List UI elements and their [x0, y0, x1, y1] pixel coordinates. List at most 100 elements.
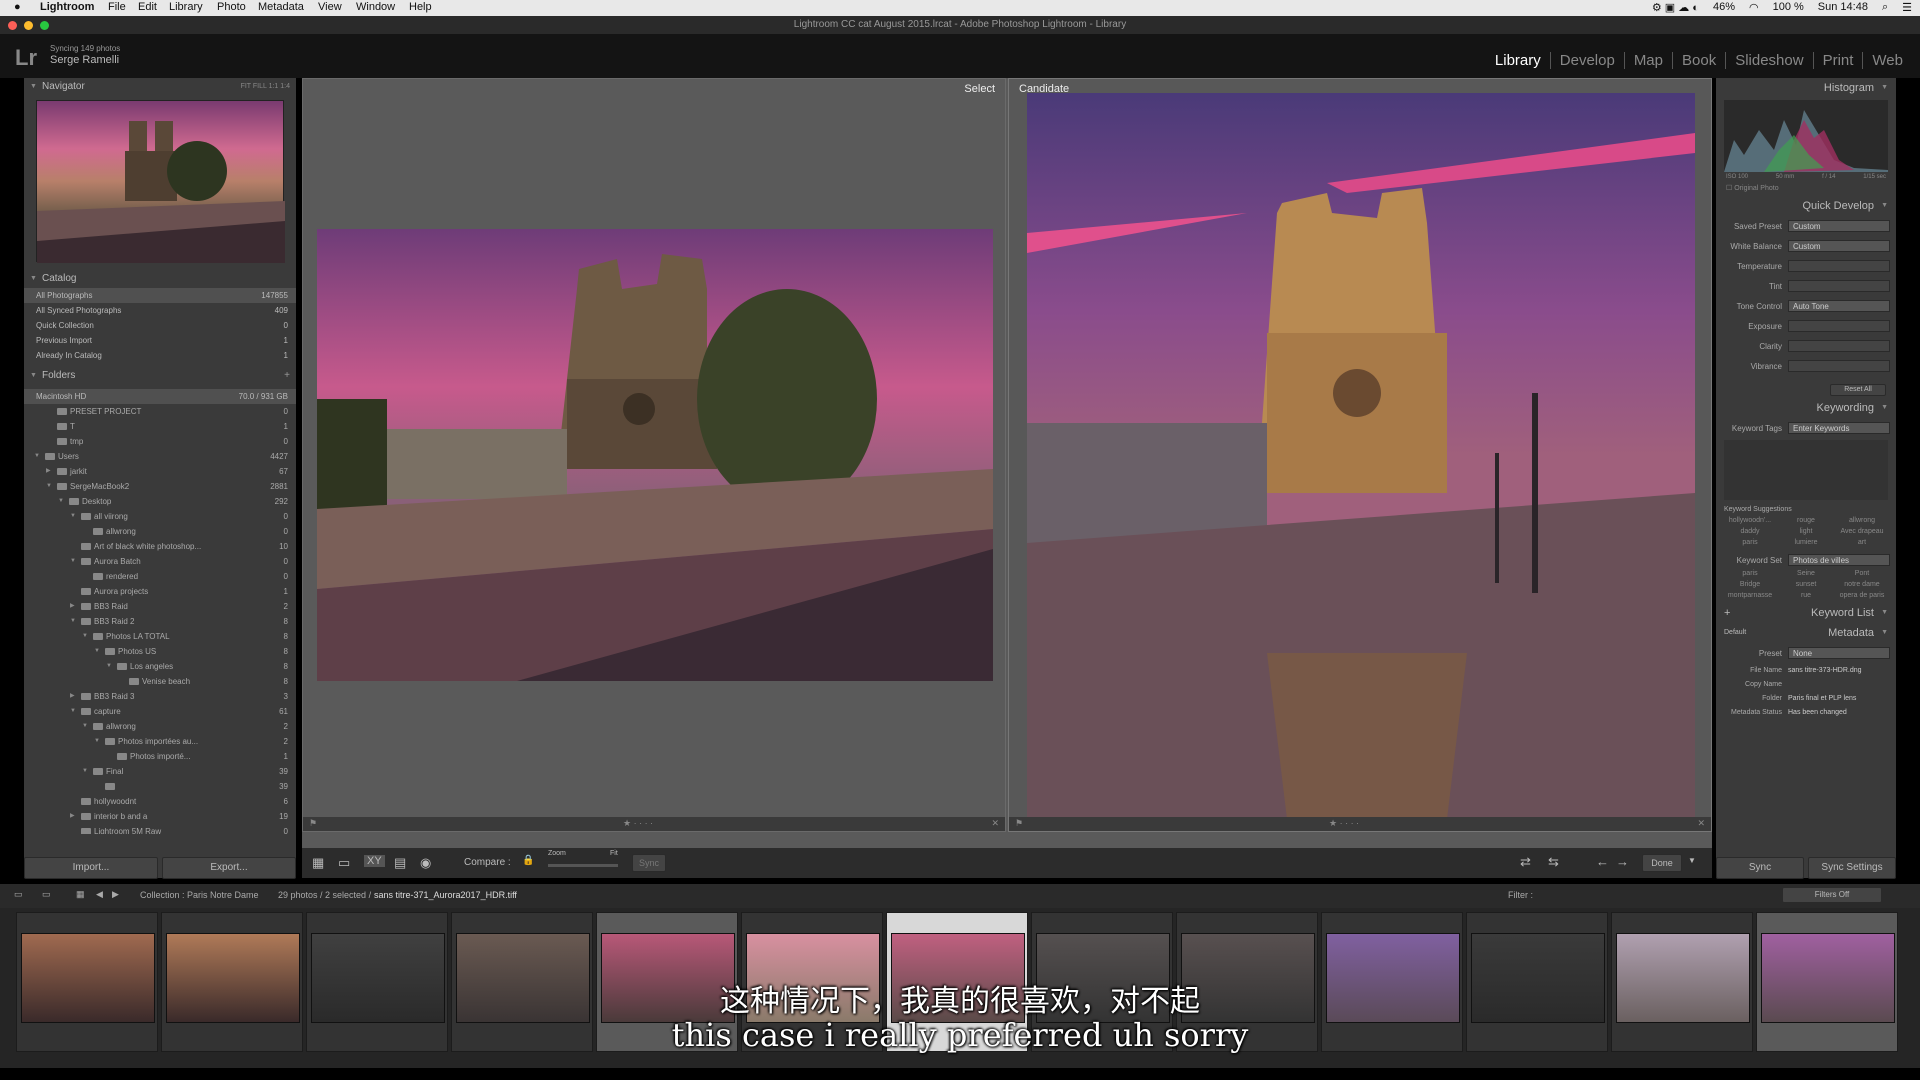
folder-row[interactable]: allwrong 0: [24, 524, 296, 539]
grid-view-icon[interactable]: ▦: [312, 855, 324, 871]
disclosure-triangle-icon[interactable]: ▼: [46, 479, 54, 494]
menu-app[interactable]: Lightroom: [40, 1, 94, 13]
folder-row[interactable]: ▼ Users 4427: [24, 449, 296, 464]
folder-row[interactable]: Venise beach 8: [24, 674, 296, 689]
minimize-window-button[interactable]: [24, 21, 33, 30]
module-slideshow[interactable]: Slideshow: [1725, 52, 1812, 69]
keyword-set-item[interactable]: Bridge: [1722, 581, 1778, 588]
keyword-tags-select[interactable]: Enter Keywords: [1788, 422, 1890, 434]
keyword-set-item[interactable]: rue: [1778, 592, 1834, 599]
folder-row[interactable]: PRESET PROJECT 0: [24, 404, 296, 419]
keyword-tags-field[interactable]: [1724, 440, 1888, 500]
keyword-set-item[interactable]: montparnasse: [1722, 592, 1778, 599]
current-file[interactable]: sans titre-371_Aurora2017_HDR.tiff: [374, 890, 517, 900]
candidate-photo[interactable]: [1027, 93, 1695, 819]
catalog-row[interactable]: Already In Catalog 1: [24, 348, 296, 363]
navigator-header[interactable]: Navigator FIT FILL 1:1 1:4: [24, 78, 296, 96]
temperature-buttons[interactable]: [1788, 260, 1890, 272]
vibrance-buttons[interactable]: [1788, 360, 1890, 372]
done-button[interactable]: Done: [1642, 854, 1682, 872]
metadata-value[interactable]: Paris final et PLP lens: [1788, 695, 1856, 702]
keyword-suggestion[interactable]: allwrong: [1834, 517, 1890, 524]
keyword-suggestion[interactable]: daddy: [1722, 528, 1778, 535]
swap-icon[interactable]: ⇄: [1520, 854, 1531, 870]
status-icons[interactable]: ⚙ ▣ ☁ ◐: [1652, 1, 1699, 14]
navigator-zoom-options[interactable]: FIT FILL 1:1 1:4: [241, 78, 290, 96]
folder-row[interactable]: Aurora projects 1: [24, 584, 296, 599]
sync-status[interactable]: Syncing 149 photos: [50, 44, 120, 53]
disclosure-triangle-icon[interactable]: ▼: [82, 764, 90, 779]
clock[interactable]: Sun 14:48: [1818, 1, 1868, 14]
module-develop[interactable]: Develop: [1549, 52, 1624, 69]
close-pane-icon[interactable]: ✕: [1697, 818, 1705, 829]
module-library[interactable]: Library: [1486, 52, 1550, 69]
folder-row[interactable]: ▶ BB3 Raid 2: [24, 599, 296, 614]
people-view-icon[interactable]: ◉: [420, 855, 431, 871]
loupe-view-icon[interactable]: ▭: [338, 855, 350, 871]
quick-develop-header[interactable]: Quick Develop: [1716, 196, 1896, 216]
close-pane-icon[interactable]: ✕: [991, 818, 999, 829]
histogram-header[interactable]: Histogram: [1716, 78, 1896, 98]
metadata-view-select[interactable]: Default: [1724, 623, 1746, 643]
folder-row[interactable]: tmp 0: [24, 434, 296, 449]
folder-row[interactable]: ▶ interior b and a 19: [24, 809, 296, 824]
folder-row[interactable]: ▼ Los angeles 8: [24, 659, 296, 674]
filters-select[interactable]: Filters Off: [1782, 887, 1882, 903]
keyword-set-item[interactable]: opera de paris: [1834, 592, 1890, 599]
keyword-set-item[interactable]: sunset: [1778, 581, 1834, 588]
keyword-suggestion[interactable]: rouge: [1778, 517, 1834, 524]
keyword-set-item[interactable]: notre dame: [1834, 581, 1890, 588]
select-photo[interactable]: [317, 229, 993, 681]
folder-row[interactable]: ▼ Photos US 8: [24, 644, 296, 659]
survey-view-icon[interactable]: ▤: [394, 855, 406, 871]
catalog-header[interactable]: Catalog: [24, 270, 296, 288]
disclosure-triangle-icon[interactable]: ▼: [82, 629, 90, 644]
menu-metadata[interactable]: Metadata: [258, 1, 304, 13]
keywording-header[interactable]: Keywording: [1716, 398, 1896, 418]
export-button[interactable]: Export...: [162, 857, 296, 879]
reset-all-button[interactable]: Reset All: [1830, 384, 1886, 396]
folder-row[interactable]: 39: [24, 779, 296, 794]
disclosure-triangle-icon[interactable]: ▼: [70, 704, 78, 719]
battery-level[interactable]: 46%: [1713, 1, 1735, 14]
keyword-suggestion[interactable]: hollywoodn'...: [1722, 517, 1778, 524]
catalog-row[interactable]: Previous Import 1: [24, 333, 296, 348]
back-icon[interactable]: ◀: [96, 889, 103, 900]
auto-tone-button[interactable]: Auto Tone: [1788, 300, 1890, 312]
keyword-set-item[interactable]: Pont: [1834, 570, 1890, 577]
disclosure-triangle-icon[interactable]: ▶: [46, 464, 54, 479]
toolbar-menu-icon[interactable]: ▼: [1688, 856, 1696, 865]
disclosure-triangle-icon[interactable]: ▼: [70, 614, 78, 629]
folder-row[interactable]: ▶ BB3 Raid 3 3: [24, 689, 296, 704]
folder-row[interactable]: Lightroom 5M Raw 0: [24, 824, 296, 834]
keyword-suggestion[interactable]: Avec drapeau: [1834, 528, 1890, 535]
disclosure-triangle-icon[interactable]: ▼: [82, 719, 90, 734]
keyword-set-item[interactable]: paris: [1722, 570, 1778, 577]
compare-view-icon[interactable]: XY: [364, 855, 385, 867]
metadata-value[interactable]: Has been changed: [1788, 709, 1847, 716]
metadata-header[interactable]: Default Metadata: [1716, 623, 1896, 643]
candidate-pane[interactable]: Candidate ⚑ ★ · · · · ✕: [1008, 78, 1712, 832]
wifi-icon[interactable]: ◠: [1749, 1, 1759, 14]
catalog-row[interactable]: All Synced Photographs 409: [24, 303, 296, 318]
select-pane[interactable]: Select ⚑ ★ · · · · ✕: [302, 78, 1006, 832]
saved-preset-select[interactable]: Custom: [1788, 220, 1890, 232]
lock-icon[interactable]: 🔒: [522, 855, 534, 866]
folder-row[interactable]: ▼ Photos LA TOTAL 8: [24, 629, 296, 644]
original-photo-checkbox[interactable]: ☐ Original Photo: [1716, 180, 1896, 196]
tint-buttons[interactable]: [1788, 280, 1890, 292]
folder-row[interactable]: ▼ BB3 Raid 2 8: [24, 614, 296, 629]
disclosure-triangle-icon[interactable]: ▶: [70, 599, 78, 614]
disclosure-triangle-icon[interactable]: ▼: [70, 554, 78, 569]
second-window-icon[interactable]: ▭: [42, 889, 51, 900]
keyword-suggestion[interactable]: paris: [1722, 539, 1778, 546]
folder-row[interactable]: T1: [24, 419, 296, 434]
catalog-row[interactable]: Quick Collection 0: [24, 318, 296, 333]
menu-photo[interactable]: Photo: [217, 1, 246, 13]
navigator-preview[interactable]: [36, 100, 285, 263]
disclosure-triangle-icon[interactable]: ▶: [70, 689, 78, 704]
menu-view[interactable]: View: [318, 1, 342, 13]
collection-breadcrumb[interactable]: Collection : Paris Notre Dame: [140, 890, 259, 900]
star-rating[interactable]: ★ · · · ·: [1329, 818, 1359, 829]
disclosure-triangle-icon[interactable]: ▼: [106, 659, 114, 674]
